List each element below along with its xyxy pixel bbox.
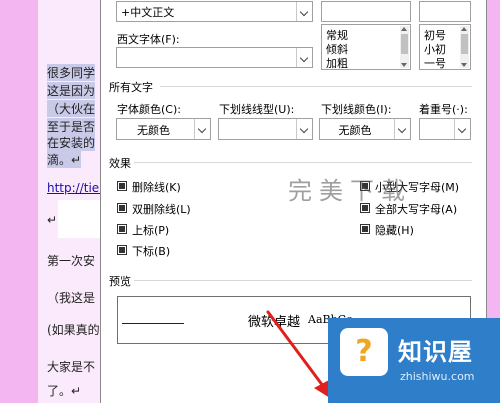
all-text-heading: 所有文字	[109, 81, 153, 94]
chinese-font-value: +中文正文	[121, 6, 175, 19]
western-font-select[interactable]	[116, 47, 313, 68]
superscript-label[interactable]: 上标(P)	[132, 222, 169, 238]
scroll-up-icon[interactable]	[401, 27, 407, 31]
document-line: 了。↵	[47, 384, 82, 398]
site-badge: ? 知识屋 zhishiwu.com	[328, 318, 500, 403]
chinese-font-select[interactable]: +中文正文	[116, 1, 313, 22]
underline-type-select[interactable]	[218, 118, 313, 140]
chevron-down-icon[interactable]	[296, 48, 312, 67]
underline-color-label: 下划线颜色(I):	[321, 103, 392, 116]
hidden-checkbox[interactable]	[360, 224, 370, 234]
badge-title: 知识屋	[398, 338, 473, 366]
document-link[interactable]: http://tiel	[47, 181, 103, 195]
divider	[134, 280, 472, 281]
scrollbar[interactable]	[400, 26, 409, 68]
list-item[interactable]: 一号	[424, 55, 446, 71]
chevron-down-icon[interactable]	[454, 119, 470, 139]
effects-heading: 效果	[109, 157, 131, 170]
document-line: 很多同学	[47, 64, 96, 81]
emphasis-select[interactable]	[419, 118, 471, 140]
document-line: ↵	[47, 213, 58, 227]
hidden-label[interactable]: 隐藏(H)	[375, 222, 414, 238]
font-color-value: 无颜色	[137, 124, 170, 137]
badge-url: zhishiwu.com	[400, 370, 475, 383]
strikethrough-label[interactable]: 删除线(K)	[132, 179, 181, 195]
document-line: （大伙在	[47, 100, 96, 117]
document-line: 大家是不	[47, 360, 96, 374]
scrollbar-thumb[interactable]	[401, 34, 408, 54]
scrollbar[interactable]	[460, 26, 469, 68]
scroll-down-icon[interactable]	[461, 63, 467, 67]
subscript-label[interactable]: 下标(B)	[132, 243, 170, 259]
scrollbar-thumb[interactable]	[461, 34, 468, 54]
document-line: 在安装的	[47, 134, 96, 151]
watermark-text: 完美下载	[288, 177, 412, 205]
strikethrough-checkbox[interactable]	[117, 181, 127, 191]
font-size-input[interactable]	[419, 1, 471, 22]
emphasis-label: 着重号(·):	[419, 103, 468, 116]
preview-text: 微软卓越	[248, 315, 301, 330]
chevron-down-icon[interactable]	[394, 119, 410, 139]
document-line: 至于是否	[47, 118, 96, 135]
subscript-checkbox[interactable]	[117, 245, 127, 255]
divider	[134, 162, 472, 163]
double-strikethrough-label[interactable]: 双删除线(L)	[132, 201, 191, 217]
superscript-checkbox[interactable]	[117, 224, 127, 234]
font-style-list[interactable]: 常规 倾斜 加粗	[321, 24, 411, 70]
preview-heading: 预览	[109, 275, 131, 288]
scroll-down-icon[interactable]	[401, 63, 407, 67]
chevron-down-icon[interactable]	[194, 119, 210, 139]
document-line: (如果真的	[47, 323, 100, 337]
divider	[160, 86, 472, 87]
chevron-down-icon[interactable]	[296, 2, 312, 21]
double-strikethrough-checkbox[interactable]	[117, 203, 127, 213]
underline-color-value: 无颜色	[338, 124, 372, 137]
document-margin-left	[0, 0, 38, 403]
underline-color-select[interactable]: 无颜色	[319, 118, 411, 140]
question-icon: ?	[340, 328, 388, 376]
western-font-label: 西文字体(F):	[117, 33, 180, 46]
chevron-down-icon[interactable]	[296, 119, 312, 139]
document-line: 这是因为	[47, 82, 96, 99]
font-size-list[interactable]: 初号 小初 一号	[419, 24, 471, 70]
font-color-select[interactable]: 无颜色	[116, 118, 211, 140]
preview-baseline-left	[122, 323, 184, 324]
document-image-placeholder	[58, 200, 100, 238]
font-style-input[interactable]	[321, 1, 411, 22]
list-item[interactable]: 加粗	[326, 55, 348, 71]
document-line: （我这是	[47, 291, 96, 305]
document-line: 第一次安	[47, 254, 96, 268]
underline-type-label: 下划线线型(U):	[219, 103, 295, 116]
document-line: 滴。↵	[47, 151, 82, 168]
scroll-up-icon[interactable]	[461, 27, 467, 31]
font-color-label: 字体颜色(C):	[117, 103, 181, 116]
